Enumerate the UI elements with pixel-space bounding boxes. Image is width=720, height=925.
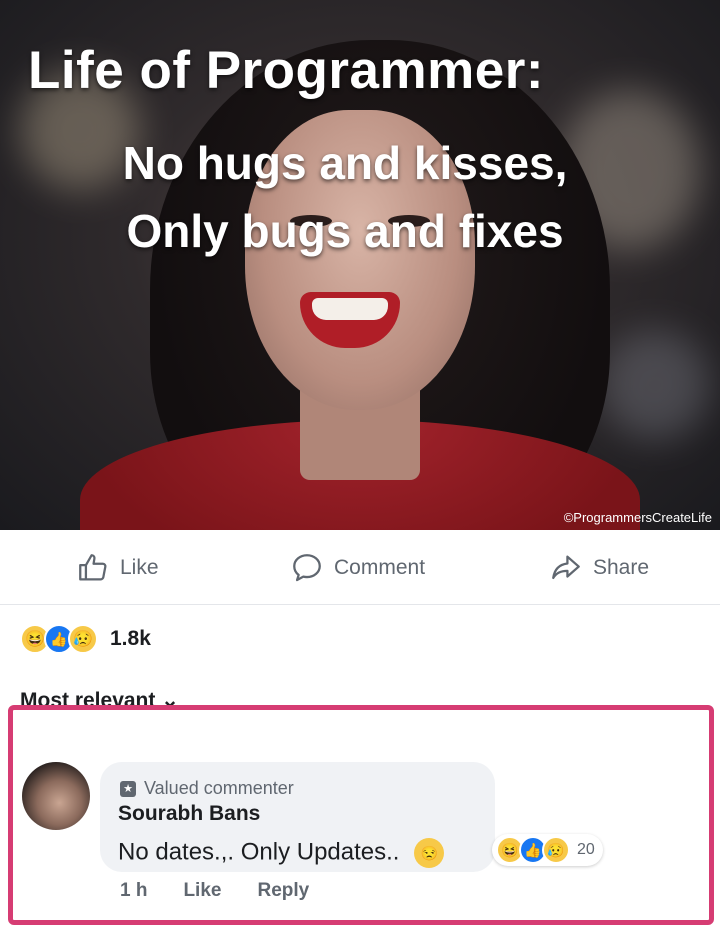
meme-line-2: Only bugs and fixes (126, 205, 564, 257)
share-label: Share (593, 556, 650, 579)
comment-text-line: No dates.,. Only Updates.. 😒 (118, 838, 445, 868)
watermark: ©ProgrammersCreateLife (563, 510, 712, 525)
comment-button[interactable]: Comment (290, 552, 425, 584)
meme-title: Life of Programmer: (28, 41, 545, 100)
comment-author[interactable]: Sourabh Bans (118, 802, 260, 826)
comment-reply-link[interactable]: Reply (257, 880, 309, 900)
post-action-bar: Like Comment Share (0, 532, 720, 605)
sad-icon: 😥 (542, 836, 570, 864)
post-image[interactable]: Life of Programmer: No hugs and kisses, … (0, 0, 720, 530)
like-label: Like (120, 556, 159, 579)
speech-bubble-icon (293, 554, 321, 582)
comment-badge-icon: ★ (120, 780, 136, 797)
comment-label: Comment (334, 556, 426, 579)
meme-line-1: No hugs and kisses, (122, 137, 568, 189)
teeth-shape (312, 298, 388, 320)
comment-meta: 1 h Like Reply (120, 880, 309, 900)
valued-commenter-badge: ★ Valued commenter (120, 778, 294, 799)
comment-bubble[interactable]: ★ Valued commenter Sourabh Bans No dates… (100, 762, 495, 872)
share-arrow-icon (552, 555, 580, 580)
reaction-count: 1.8k (110, 627, 151, 650)
thumbs-up-icon (79, 554, 107, 581)
avatar[interactable] (22, 762, 90, 830)
like-button[interactable]: Like (76, 552, 159, 584)
comment-time: 1 h (120, 880, 148, 900)
reactions-summary[interactable]: 😆 👍 😥 1.8k (20, 622, 151, 656)
bokeh-light (600, 330, 710, 440)
comment-reactions[interactable]: 😆 👍 😥 20 (492, 834, 603, 866)
badge-label: Valued commenter (144, 778, 294, 798)
comment-text: No dates.,. Only Updates.. (118, 838, 400, 866)
comment-like-link[interactable]: Like (183, 880, 221, 900)
comment-reaction-count: 20 (577, 841, 595, 858)
sad-icon: 😥 (68, 624, 98, 654)
share-button[interactable]: Share (549, 552, 649, 584)
unamused-face-icon: 😒 (414, 838, 445, 868)
